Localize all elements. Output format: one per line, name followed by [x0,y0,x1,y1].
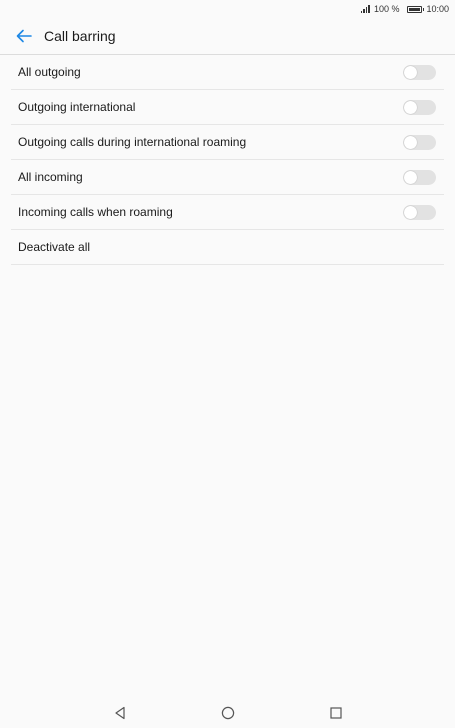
navigation-bar [0,698,455,728]
setting-outgoing-international[interactable]: Outgoing international [11,90,444,125]
arrow-back-icon [16,29,32,43]
signal-icon [360,5,370,13]
page-title: Call barring [44,28,116,44]
toggle-knob [404,170,417,184]
setting-all-outgoing[interactable]: All outgoing [11,55,444,90]
setting-label: Outgoing international [18,100,136,114]
toggle-switch[interactable] [403,169,436,185]
nav-home-button[interactable] [219,704,237,722]
settings-list: All outgoing Outgoing international Outg… [11,55,444,265]
app-bar: Call barring [0,18,455,55]
back-button[interactable] [11,23,37,49]
setting-label: Incoming calls when roaming [18,205,173,219]
toggle-knob [404,205,417,219]
setting-outgoing-roaming[interactable]: Outgoing calls during international roam… [11,125,444,160]
toggle-knob [404,65,417,79]
back-triangle-icon [114,706,125,720]
toggle-switch[interactable] [403,64,436,80]
screen: 100 % 10:00 Call barring All outgoing Ou… [0,0,455,728]
toggle-switch[interactable] [403,99,436,115]
nav-recents-button[interactable] [327,704,345,722]
toggle-knob [404,135,417,149]
recents-square-icon [329,707,342,719]
setting-deactivate-all[interactable]: Deactivate all [11,230,444,265]
setting-incoming-roaming[interactable]: Incoming calls when roaming [11,195,444,230]
status-bar: 100 % 10:00 [0,0,455,18]
setting-label: All incoming [18,170,83,184]
battery-percent: 100 % [373,4,400,14]
battery-icon [407,5,425,13]
toggle-knob [404,100,417,114]
toggle-switch[interactable] [403,134,436,150]
setting-label: Outgoing calls during international roam… [18,135,247,149]
setting-label: All outgoing [18,65,81,79]
setting-all-incoming[interactable]: All incoming [11,160,444,195]
clock: 10:00 [426,4,449,14]
nav-back-button[interactable] [111,704,129,722]
toggle-switch[interactable] [403,204,436,220]
home-circle-icon [221,706,234,720]
setting-label: Deactivate all [18,240,91,254]
